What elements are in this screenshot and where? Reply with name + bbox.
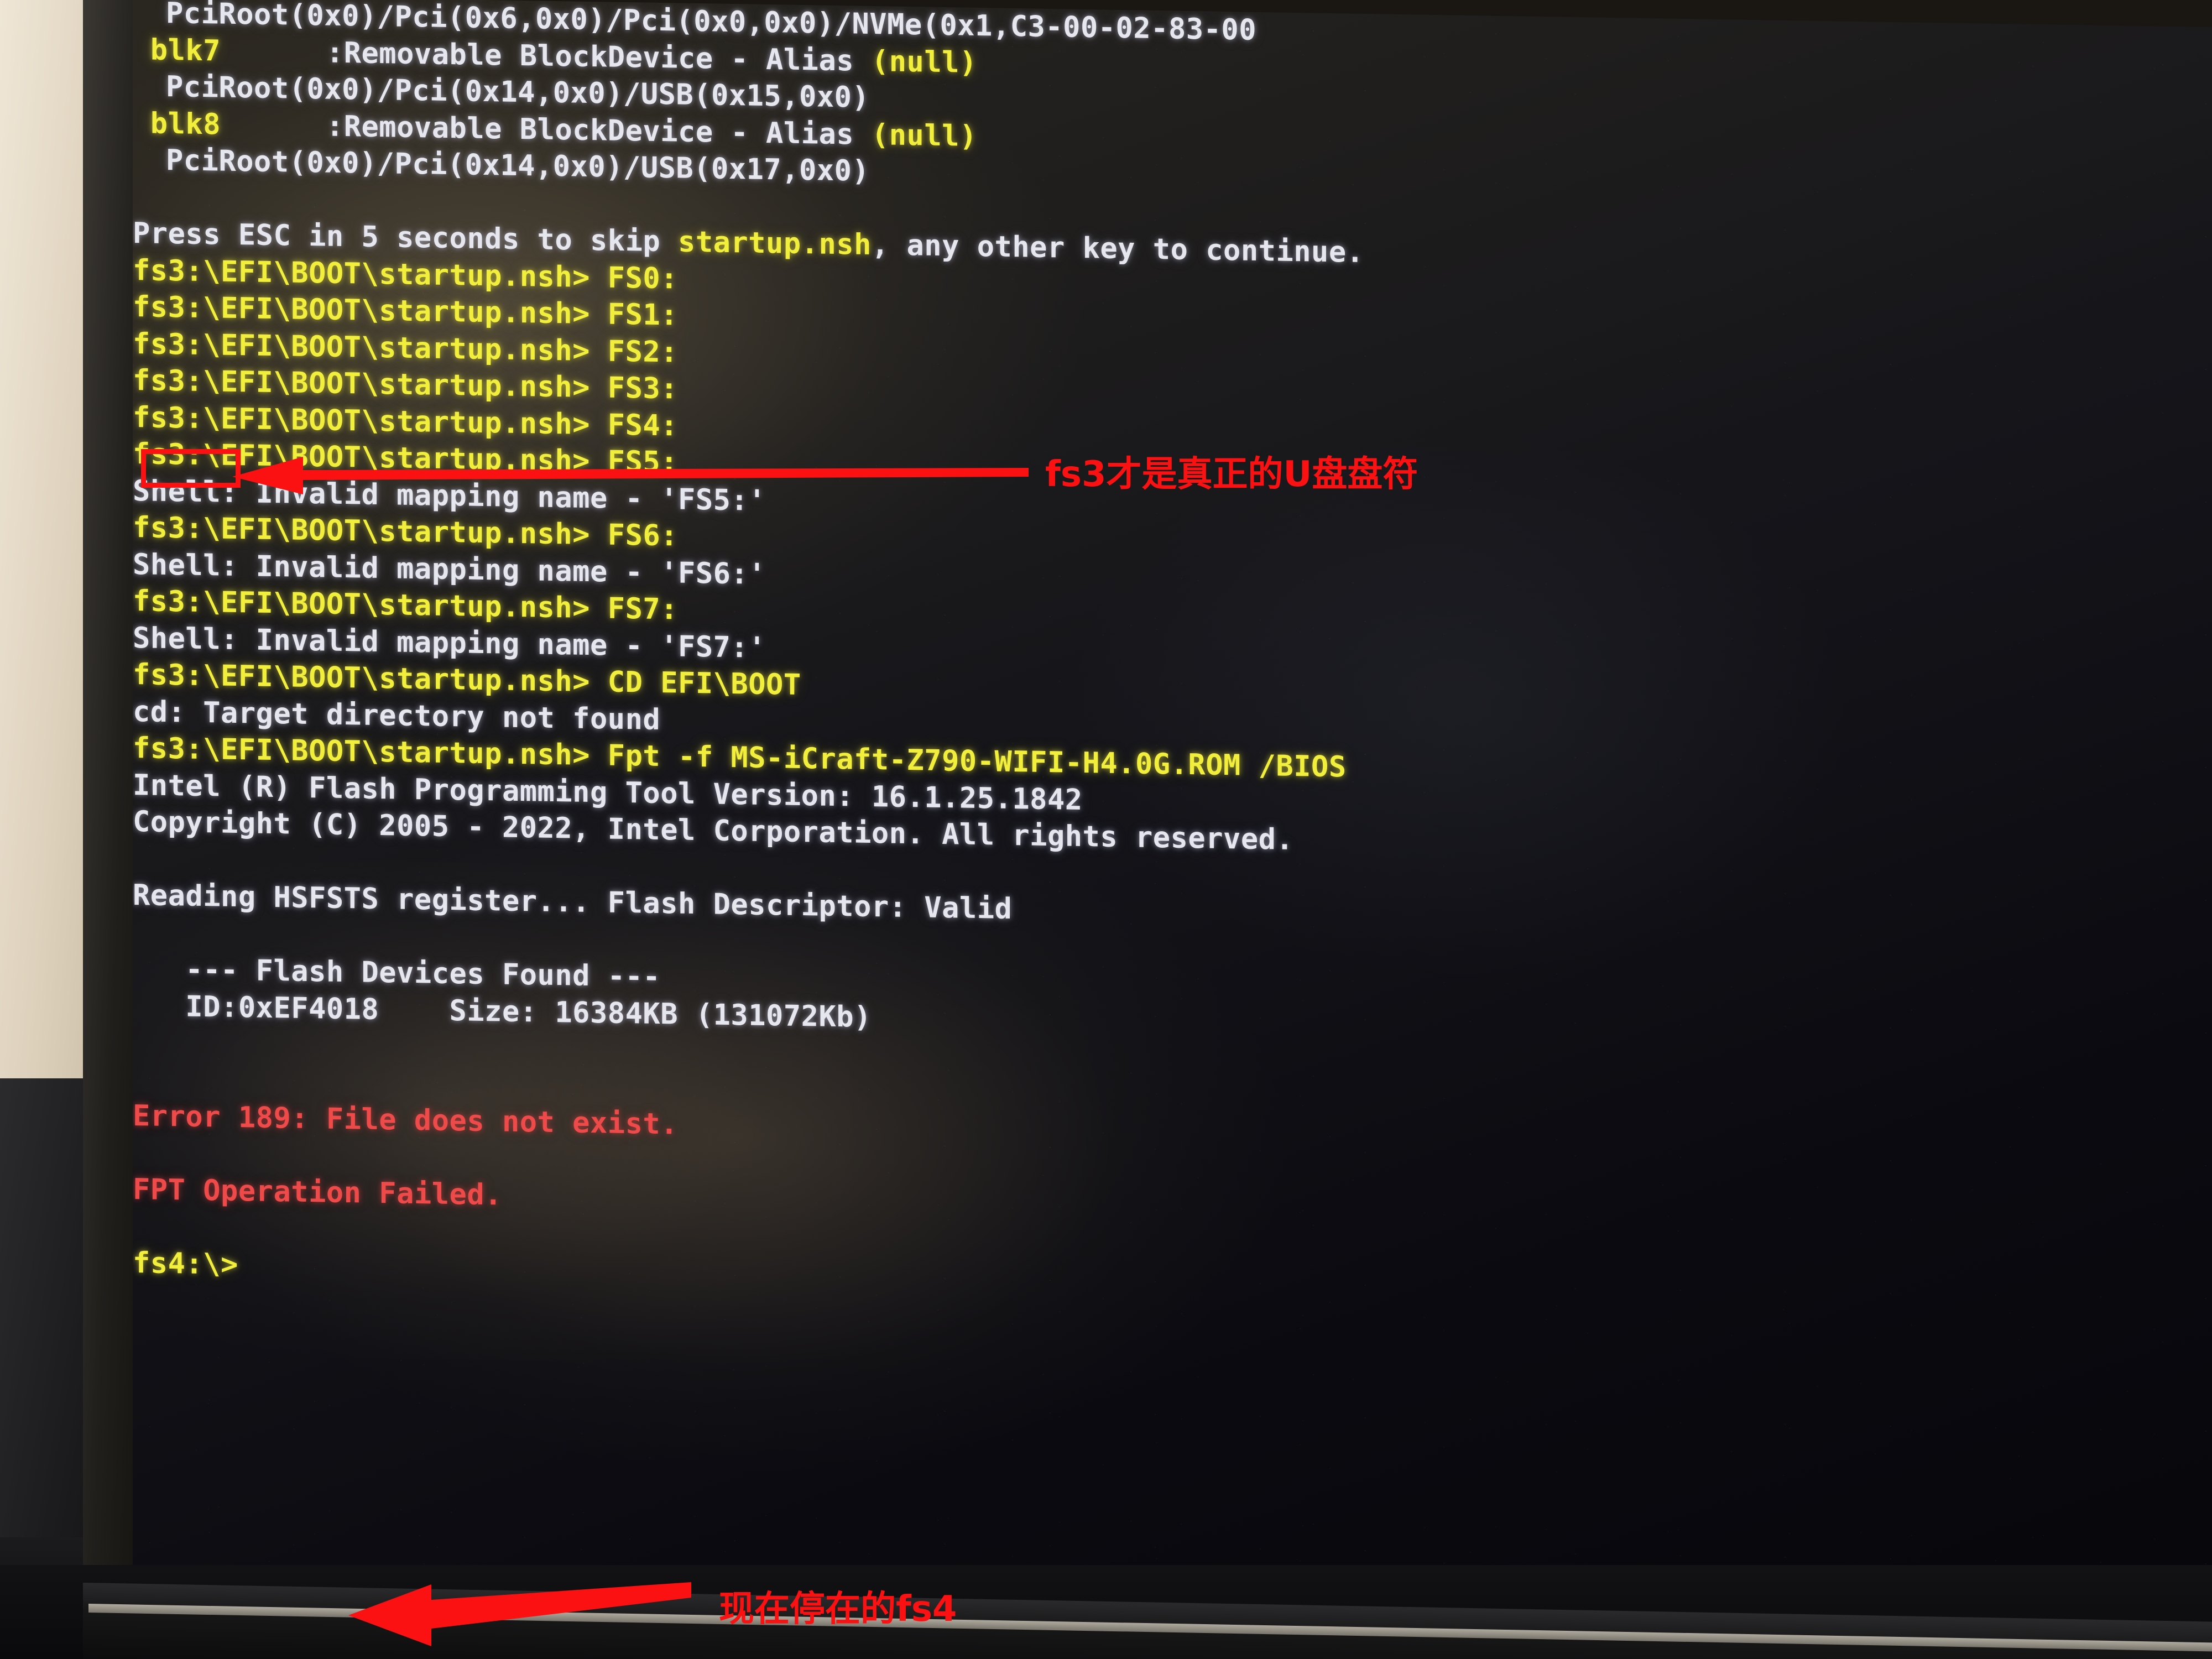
fs4-annotation-arrow xyxy=(348,1582,691,1646)
fs3-annotation-arrow xyxy=(232,457,1029,494)
console-text-yellow: fs4:\> xyxy=(133,1246,238,1281)
console-text-red: FPT Operation Failed. xyxy=(133,1173,502,1212)
console-text-white: Press ESC in 5 seconds to skip xyxy=(133,217,679,259)
console-text-red: Error 189: File does not exist. xyxy=(133,1099,679,1141)
console-text-yellow: fs3:\EFI\BOOT\startup.nsh> FS0: xyxy=(133,253,679,295)
console-text-yellow: fs3:\EFI\BOOT\startup.nsh> FS1: xyxy=(133,290,679,332)
console-text-yellow: fs3:\EFI\BOOT\startup.nsh> FS2: xyxy=(133,327,679,369)
console-text-yellow: fs3:\EFI\BOOT\startup.nsh> FS7: xyxy=(133,585,679,627)
laptop-screen: PciRoot(0x0)/Pci(0x6,0x0)/Pci(0x0,0x0)/N… xyxy=(133,0,2212,1637)
console-text-white: --- Flash Devices Found --- xyxy=(133,952,661,994)
console-text-yellow: (null) xyxy=(871,118,977,153)
screenshot-root: PciRoot(0x0)/Pci(0x6,0x0)/Pci(0x0,0x0)/N… xyxy=(0,0,2212,1659)
fs4-annotation-label: 现在停在的fs4 xyxy=(719,1589,957,1630)
fs3-highlight-box xyxy=(141,449,241,488)
console-text-yellow: blk8 xyxy=(133,106,221,141)
uefi-shell-console: PciRoot(0x0)/Pci(0x6,0x0)/Pci(0x0,0x0)/N… xyxy=(133,0,1364,1301)
console-text-yellow: startup.nsh xyxy=(678,225,872,262)
console-text-yellow: (null) xyxy=(871,44,977,80)
fs3-annotation-label: fs3才是真正的U盘盘符 xyxy=(1045,454,1418,495)
console-text-yellow: fs3:\EFI\BOOT\startup.nsh> FS4: xyxy=(133,400,679,442)
console-text-yellow: fs3:\EFI\BOOT\startup.nsh> FS3: xyxy=(133,364,679,406)
console-text-yellow: blk7 xyxy=(133,33,221,67)
console-text-yellow: fs3:\EFI\BOOT\startup.nsh> FS6: xyxy=(133,511,679,553)
console-text-white: cd: Target directory not found xyxy=(133,695,661,737)
console-text-white: , any other key to continue. xyxy=(871,228,1364,269)
